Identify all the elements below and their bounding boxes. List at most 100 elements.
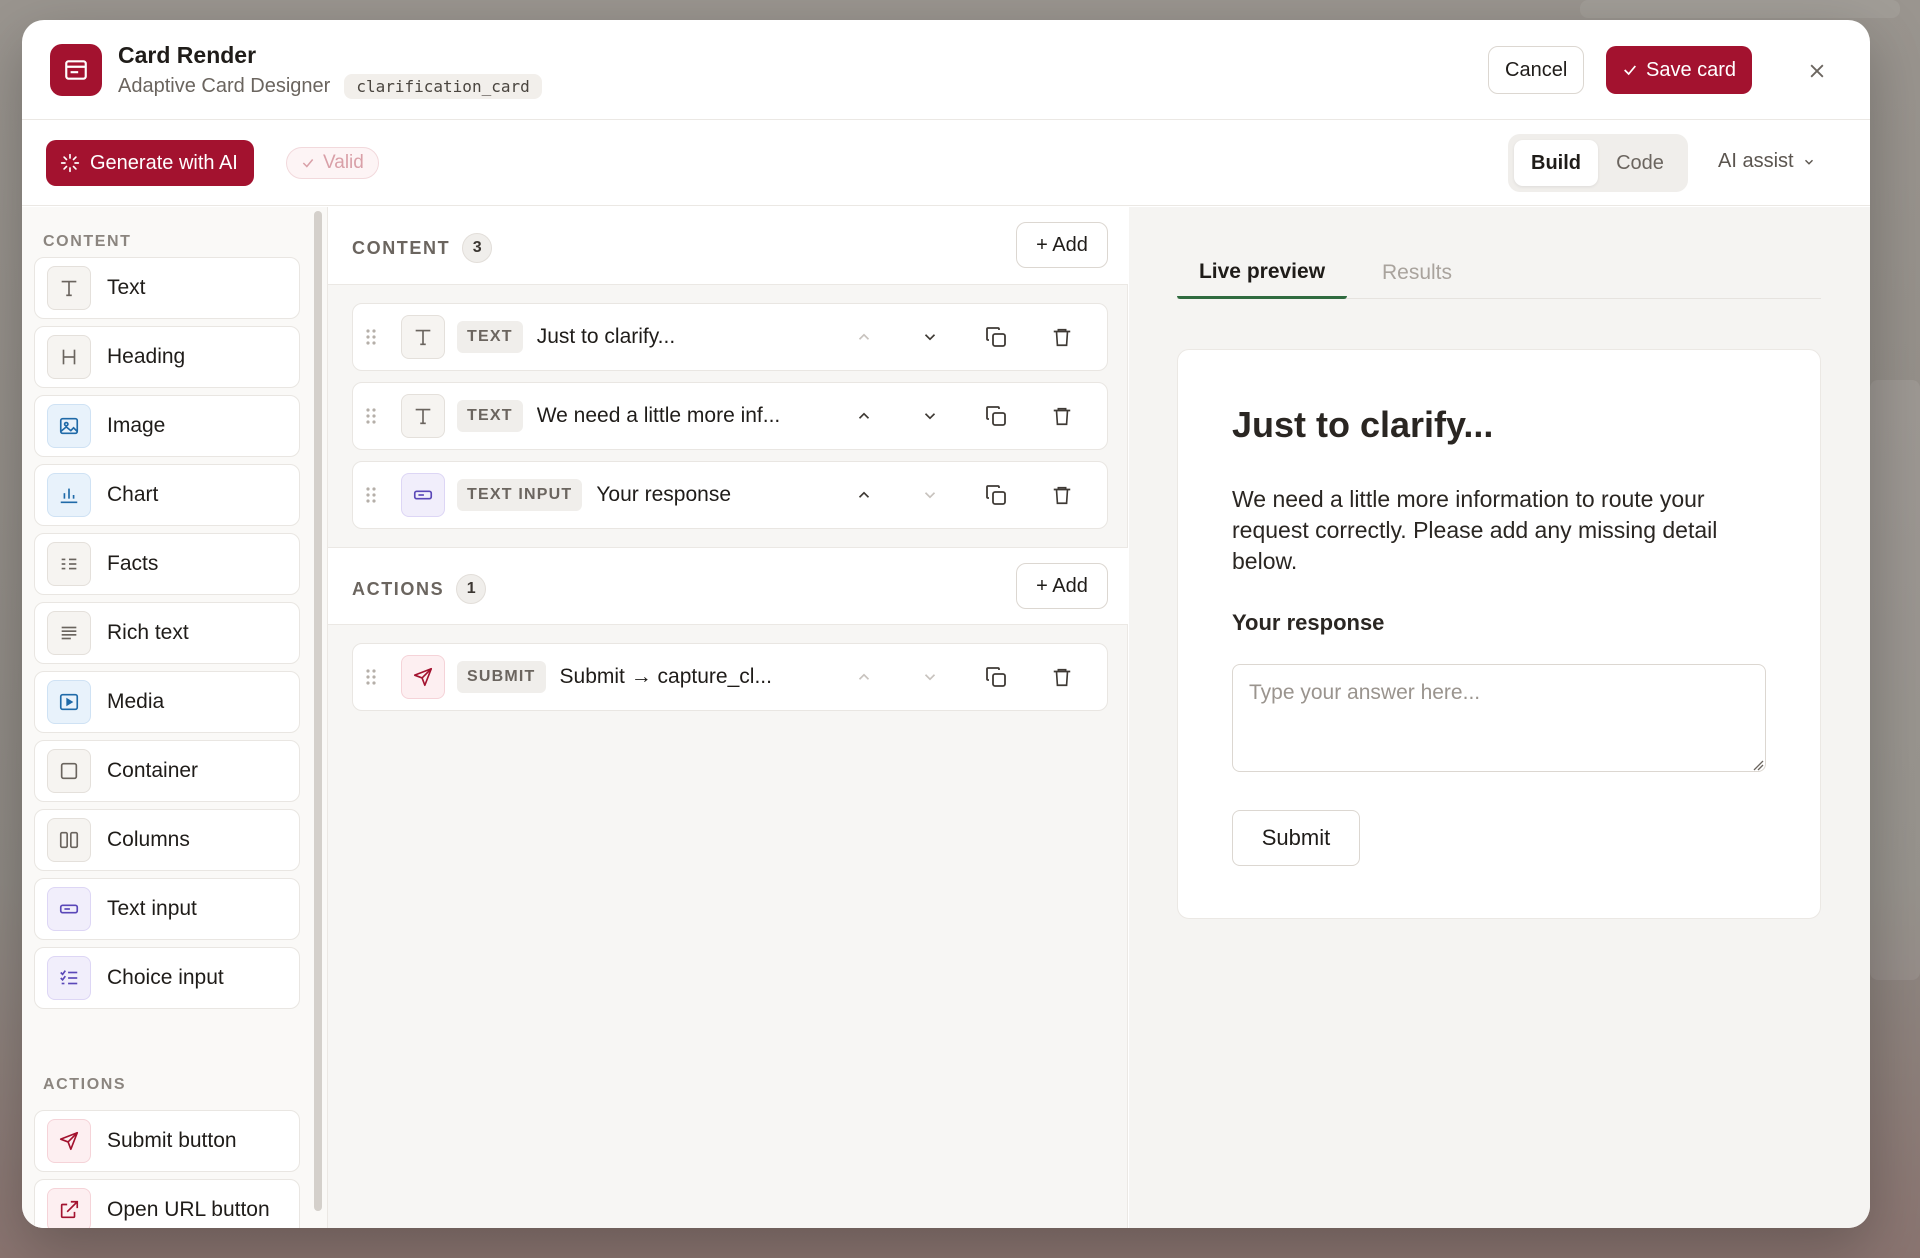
palette-item-rich-text[interactable]: Rich text [34, 602, 300, 664]
response-textarea[interactable] [1232, 664, 1766, 772]
palette-content-heading: CONTENT [43, 233, 132, 250]
move-down-icon[interactable] [897, 657, 963, 697]
palette-item-label: Media [107, 690, 165, 713]
check-icon [302, 159, 314, 168]
card-icon [50, 44, 102, 96]
palette-item-media[interactable]: Media [34, 671, 300, 733]
adaptive-card-preview: Just to clarify... We need a little more… [1177, 349, 1821, 919]
move-down-icon[interactable] [897, 475, 963, 515]
element-summary: Your response [596, 483, 731, 506]
palette-item-heading[interactable]: Heading [34, 326, 300, 388]
palette-item-label: Open URL button [107, 1198, 270, 1221]
preview-panel: Live preview Results Just to clarify... … [1129, 207, 1870, 1228]
chevron-down-icon [1804, 159, 1813, 165]
delete-icon[interactable] [1029, 475, 1095, 515]
delete-icon[interactable] [1029, 396, 1095, 436]
move-up-icon[interactable] [831, 657, 897, 697]
ai-assist-dropdown[interactable]: AI assist [1718, 150, 1816, 173]
resize-handle-icon[interactable] [1752, 758, 1764, 776]
text-input-icon [401, 473, 445, 517]
media-icon [47, 680, 91, 724]
actions-heading: ACTIONS [352, 578, 445, 599]
palette-item-submit-button[interactable]: Submit button [34, 1110, 300, 1172]
palette-item-label: Chart [107, 483, 159, 506]
ai-assist-label: AI assist [1718, 150, 1794, 172]
modal-subtitle: Adaptive Card Designer clarification_car… [118, 74, 542, 99]
action-row[interactable]: SUBMIT Submit → capture_cl... [352, 643, 1108, 711]
palette-item-columns[interactable]: Columns [34, 809, 300, 871]
close-icon[interactable] [1804, 58, 1830, 84]
palette-item-label: Text [107, 276, 146, 299]
move-up-icon[interactable] [831, 396, 897, 436]
actions-section-title: ACTIONS 1 [352, 574, 487, 604]
palette-item-label: Submit button [107, 1129, 237, 1152]
row-actions [831, 462, 1095, 528]
duplicate-icon[interactable] [963, 657, 1029, 697]
move-up-icon[interactable] [831, 475, 897, 515]
text-icon [401, 394, 445, 438]
card-designer-modal: Card Render Adaptive Card Designer clari… [22, 20, 1870, 1228]
add-content-button[interactable]: + Add [1016, 222, 1108, 268]
palette-item-open-url-button[interactable]: Open URL button [34, 1179, 300, 1228]
palette-item-image[interactable]: Image [34, 395, 300, 457]
cancel-button[interactable]: Cancel [1488, 46, 1585, 94]
drag-handle-icon[interactable] [361, 407, 381, 425]
move-down-icon[interactable] [897, 317, 963, 357]
palette-item-label: Container [107, 759, 199, 782]
heading-icon [47, 335, 91, 379]
delete-icon[interactable] [1029, 657, 1095, 697]
external-link-icon [47, 1188, 91, 1228]
valid-status-badge: Valid [286, 147, 379, 179]
content-count-badge: 3 [462, 233, 493, 263]
move-up-icon[interactable] [831, 317, 897, 357]
content-row[interactable]: TEXT Just to clarify... [352, 303, 1108, 371]
text-input-icon [47, 887, 91, 931]
content-row[interactable]: TEXT INPUT Your response [352, 461, 1108, 529]
duplicate-icon[interactable] [963, 475, 1029, 515]
palette-item-text-input[interactable]: Text input [34, 878, 300, 940]
sparkle-spinner-icon [60, 153, 80, 173]
drag-handle-icon[interactable] [361, 486, 381, 504]
container-icon [47, 749, 91, 793]
row-actions [831, 304, 1095, 370]
content-row[interactable]: TEXT We need a little more inf... [352, 382, 1108, 450]
delete-icon[interactable] [1029, 317, 1095, 357]
drag-handle-icon[interactable] [361, 328, 381, 346]
mode-code-tab[interactable]: Code [1598, 140, 1682, 186]
generate-label: Generate with AI [90, 151, 238, 174]
modal-header: Card Render Adaptive Card Designer clari… [22, 20, 1870, 120]
tab-live-preview[interactable]: Live preview [1177, 247, 1347, 299]
duplicate-icon[interactable] [963, 396, 1029, 436]
add-action-button[interactable]: + Add [1016, 563, 1108, 609]
valid-label: Valid [323, 152, 364, 173]
content-section-header: CONTENT 3 + Add [328, 207, 1128, 285]
drag-handle-icon[interactable] [361, 668, 381, 686]
send-icon [401, 655, 445, 699]
palette-item-container[interactable]: Container [34, 740, 300, 802]
mode-switch: Build Code [1508, 134, 1688, 192]
tab-results[interactable]: Results [1367, 247, 1467, 299]
palette-item-text[interactable]: Text [34, 257, 300, 319]
element-type-badge: TEXT [457, 400, 523, 432]
card-body-text: We need a little more information to rou… [1232, 486, 1718, 574]
columns-icon [47, 818, 91, 862]
palette-item-facts[interactable]: Facts [34, 533, 300, 595]
chart-icon [47, 473, 91, 517]
palette-item-choice-input[interactable]: Choice input [34, 947, 300, 1009]
save-card-button[interactable]: Save card [1606, 46, 1753, 94]
preview-tabs: Live preview Results [1177, 247, 1821, 299]
content-section-title: CONTENT 3 [352, 233, 493, 263]
palette-scrollbar[interactable] [314, 211, 322, 1211]
card-submit-button[interactable]: Submit [1232, 810, 1360, 866]
element-type-badge: SUBMIT [457, 661, 546, 693]
duplicate-icon[interactable] [963, 317, 1029, 357]
generate-with-ai-button[interactable]: Generate with AI [46, 140, 254, 186]
mode-build-tab[interactable]: Build [1514, 140, 1598, 186]
move-down-icon[interactable] [897, 396, 963, 436]
image-icon [47, 404, 91, 448]
save-card-label: Save card [1646, 58, 1737, 81]
actions-count-badge: 1 [456, 574, 487, 604]
check-icon [1624, 65, 1636, 76]
card-id-chip: clarification_card [344, 74, 542, 99]
palette-item-chart[interactable]: Chart [34, 464, 300, 526]
